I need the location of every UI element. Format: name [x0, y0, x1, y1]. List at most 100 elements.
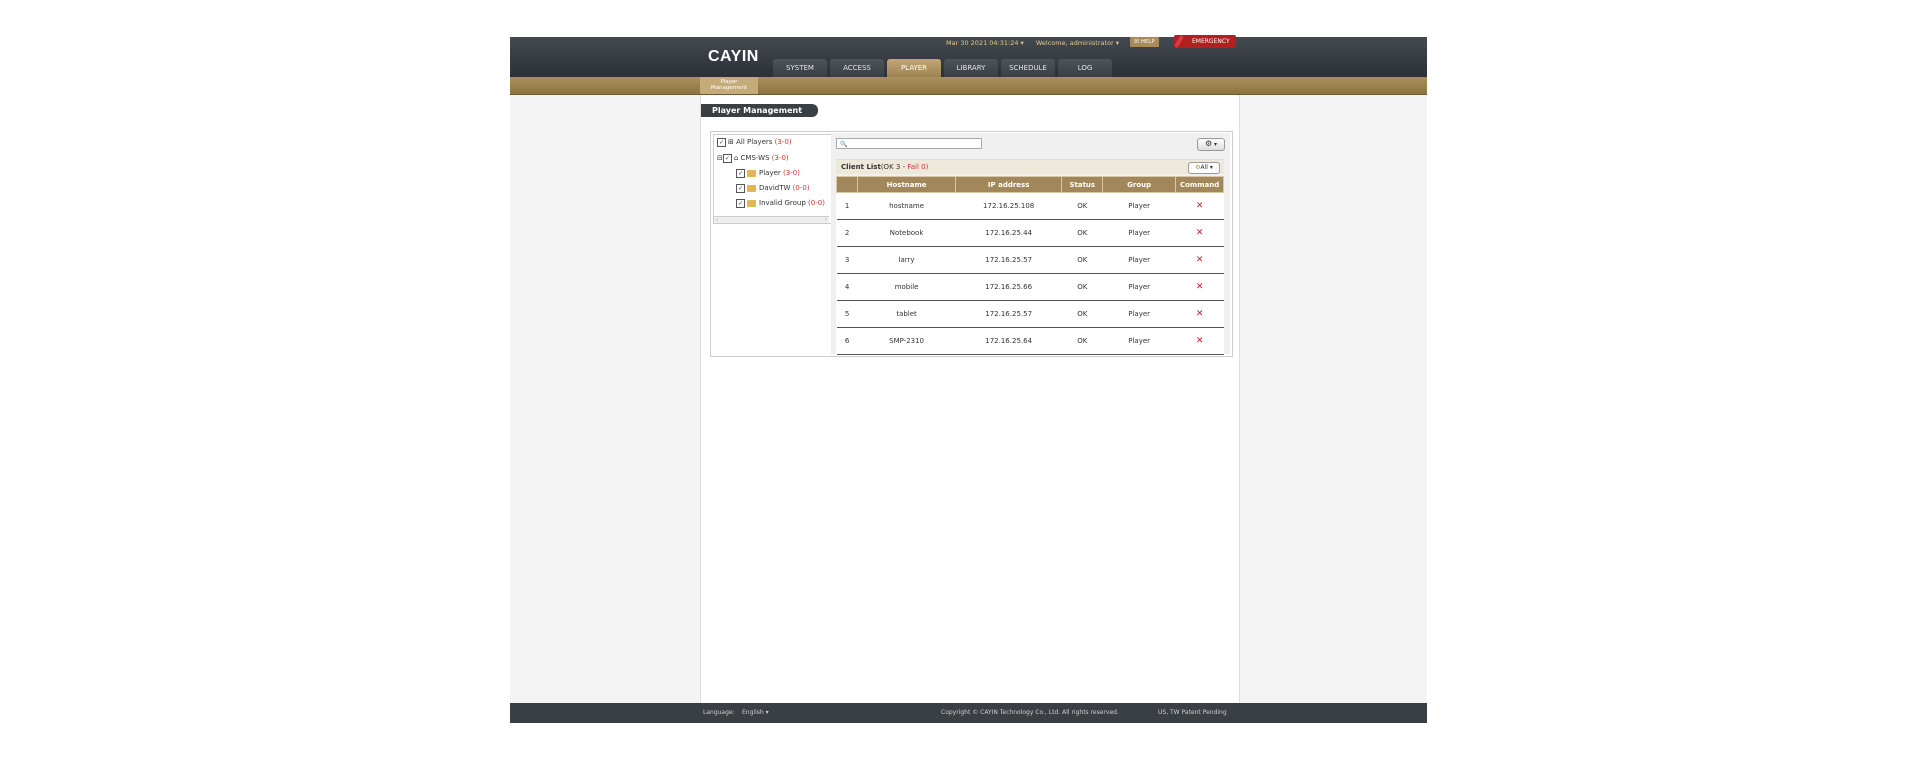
table-row[interactable]: 1 hostname 172.16.25.108 OK Player ✕: [836, 192, 1224, 220]
players-icon: ⊞: [728, 138, 737, 146]
server-icon: ⌂: [733, 154, 741, 162]
row-command: ✕: [1175, 192, 1224, 220]
row-status: OK: [1061, 246, 1103, 274]
group-tree: ✓ ⊞ All Players (3-0) ⊟ ✓ ⌂ CMS-WS (3-0) ✓ P…: [713, 134, 832, 224]
row-hostname: SMP-2310: [857, 327, 956, 355]
tree-item-group[interactable]: ✓ Invalid Group (0-0): [736, 198, 825, 208]
checkbox-checked-icon[interactable]: ✓: [722, 153, 732, 163]
row-ip: 172.16.25.108: [955, 192, 1062, 220]
row-index: 1: [836, 192, 858, 220]
language-label: Language:: [703, 709, 735, 716]
row-ip: 172.16.25.66: [955, 273, 1062, 301]
folder-icon: [747, 199, 756, 207]
row-status: OK: [1061, 219, 1103, 247]
emergency-pin-icon: [1174, 34, 1184, 49]
tree-item-all-players[interactable]: ✓ ⊞ All Players (3-0): [717, 137, 792, 147]
delete-icon[interactable]: ✕: [1196, 336, 1204, 346]
delete-icon[interactable]: ✕: [1196, 282, 1204, 292]
tree-item-group[interactable]: ✓ Player (3-0): [736, 168, 800, 178]
row-hostname: mobile: [857, 273, 956, 301]
tab-access[interactable]: ACCESS: [830, 59, 884, 77]
tab-system[interactable]: SYSTEM: [773, 59, 827, 77]
row-index: 5: [836, 300, 858, 328]
tree-item-server[interactable]: ⊟ ✓ ⌂ CMS-WS (3-0): [717, 153, 789, 163]
app-frame: Mar 30 2021 04:31:24 ▾ Welcome, administ…: [510, 34, 1427, 723]
client-list-title: Client List(OK 3 - Fail 0): [841, 163, 929, 171]
table-row[interactable]: 4 mobile 172.16.25.66 OK Player ✕: [836, 273, 1224, 301]
row-hostname: tablet: [857, 300, 956, 328]
subtab-player-management[interactable]: Player Management: [700, 77, 758, 94]
row-group: Player: [1102, 219, 1176, 247]
tab-library[interactable]: LIBRARY: [944, 59, 998, 77]
row-group: Player: [1102, 327, 1176, 355]
row-command: ✕: [1175, 300, 1224, 328]
tab-player[interactable]: PLAYER: [887, 59, 941, 77]
language-select[interactable]: English ▾: [742, 703, 769, 723]
column-header-index: [835, 176, 859, 193]
row-hostname: Notebook: [857, 219, 956, 247]
table-row[interactable]: 5 tablet 172.16.25.57 OK Player ✕: [836, 300, 1224, 328]
row-status: OK: [1061, 192, 1103, 220]
row-status: OK: [1061, 273, 1103, 301]
tree-item-group[interactable]: ✓ DavidTW (0-0): [736, 183, 810, 193]
header-status: Mar 30 2021 04:31:24 ▾ Welcome, administ…: [946, 39, 1129, 47]
tab-log[interactable]: LOG: [1058, 59, 1112, 77]
row-group: Player: [1102, 273, 1176, 301]
client-list-header: Client List(OK 3 - Fail 0) ⚙All ▾: [836, 159, 1224, 174]
emergency-button[interactable]: EMERGENCY: [1174, 34, 1236, 49]
patent-text: US, TW Patent Pending: [1158, 709, 1227, 716]
row-command: ✕: [1175, 219, 1224, 247]
datetime-menu[interactable]: Mar 30 2021 04:31:24 ▾: [946, 39, 1024, 47]
checkbox-checked-icon[interactable]: ✓: [717, 137, 726, 147]
table-row[interactable]: 3 larry 172.16.25.57 OK Player ✕: [836, 246, 1224, 274]
row-ip: 172.16.25.57: [955, 246, 1062, 274]
delete-icon[interactable]: ✕: [1196, 228, 1204, 238]
filter-all-button[interactable]: ⚙All ▾: [1188, 162, 1220, 174]
row-hostname: larry: [857, 246, 956, 274]
row-group: Player: [1102, 192, 1176, 220]
chevron-down-icon: ▾: [1212, 141, 1218, 148]
checkbox-checked-icon[interactable]: ✓: [736, 183, 745, 193]
help-button[interactable]: ☒ HELP: [1130, 37, 1159, 47]
client-table: Hostname IP address Status Group Command…: [835, 176, 1224, 355]
cayin-logo: CAYIN: [708, 48, 759, 65]
sub-nav-bar: Player Management: [510, 77, 1427, 95]
page-title: Player Management: [701, 104, 818, 117]
column-header-ip[interactable]: IP address: [954, 176, 1063, 193]
column-header-status[interactable]: Status: [1061, 176, 1104, 193]
row-index: 6: [836, 327, 858, 355]
row-status: OK: [1061, 327, 1103, 355]
delete-icon[interactable]: ✕: [1196, 255, 1204, 265]
footer: Language: English ▾ Copyright © CAYIN Te…: [510, 703, 1427, 723]
row-group: Player: [1102, 246, 1176, 274]
row-group: Player: [1102, 300, 1176, 328]
row-index: 4: [836, 273, 858, 301]
checkbox-checked-icon[interactable]: ✓: [736, 198, 745, 208]
delete-icon[interactable]: ✕: [1196, 201, 1204, 211]
column-header-command: Command: [1175, 176, 1224, 193]
row-ip: 172.16.25.57: [955, 300, 1062, 328]
folder-icon: [747, 184, 756, 192]
checkbox-checked-icon[interactable]: ✓: [736, 168, 745, 178]
column-header-group[interactable]: Group: [1102, 176, 1177, 193]
row-command: ✕: [1175, 327, 1224, 355]
tab-schedule[interactable]: SCHEDULE: [1001, 59, 1055, 77]
client-list-pane: 🔍 ⚙ ▾ Client List(OK 3 - Fail 0) ⚙All ▾: [831, 133, 1230, 355]
row-hostname: hostname: [857, 192, 956, 220]
welcome-menu[interactable]: Welcome, administrator ▾: [1036, 39, 1119, 47]
row-status: OK: [1061, 300, 1103, 328]
folder-icon: [747, 169, 756, 177]
table-row[interactable]: 6 SMP-2310 172.16.25.64 OK Player ✕: [836, 327, 1224, 355]
main-content: Player Management ✓ ⊞ All Players (3-0) ⊟…: [700, 95, 1240, 705]
tree-horizontal-scrollbar[interactable]: ‹ ›: [714, 216, 829, 223]
scroll-left-icon[interactable]: ‹: [716, 217, 718, 223]
row-index: 2: [836, 219, 858, 247]
help-icon: ☒: [1134, 39, 1141, 45]
column-header-hostname[interactable]: Hostname: [857, 176, 956, 193]
delete-icon[interactable]: ✕: [1196, 309, 1204, 319]
scroll-right-icon[interactable]: ›: [825, 217, 827, 223]
table-row[interactable]: 2 Notebook 172.16.25.44 OK Player ✕: [836, 219, 1224, 247]
settings-menu-button[interactable]: ⚙ ▾: [1197, 138, 1225, 151]
row-command: ✕: [1175, 246, 1224, 274]
search-input[interactable]: 🔍: [836, 138, 982, 149]
